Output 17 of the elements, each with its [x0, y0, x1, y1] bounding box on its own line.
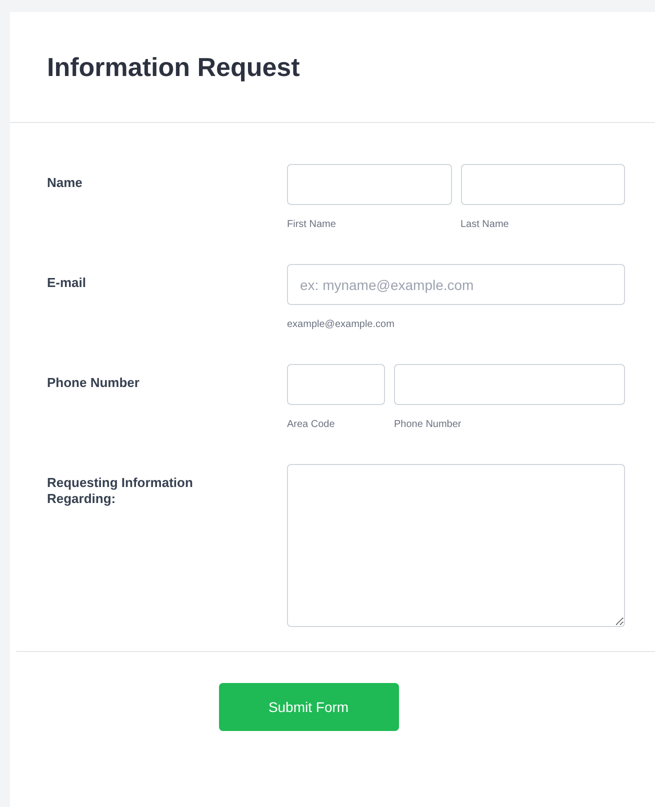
sublabel: example@example.com: [287, 318, 396, 332]
text-field[interactable]: ex: myname@example.com: [287, 264, 625, 305]
field-label: Requesting Information Regarding:: [47, 475, 194, 507]
form-title: Information Request: [47, 50, 300, 84]
sublabel: Phone Number: [394, 418, 462, 432]
field-label: Name: [47, 175, 84, 191]
text-field[interactable]: [287, 164, 452, 205]
field-label: Phone Number: [47, 375, 140, 391]
sublabel: Area Code: [287, 418, 336, 432]
field-label: E-mail: [47, 275, 88, 291]
sublabel: First Name: [287, 218, 337, 232]
submit-button[interactable]: Submit Form: [218, 683, 398, 731]
text-field[interactable]: [460, 164, 625, 205]
message-field[interactable]: [287, 464, 625, 627]
sublabel: Last Name: [460, 218, 510, 232]
text-field[interactable]: [394, 364, 625, 405]
text-field[interactable]: [287, 364, 385, 405]
